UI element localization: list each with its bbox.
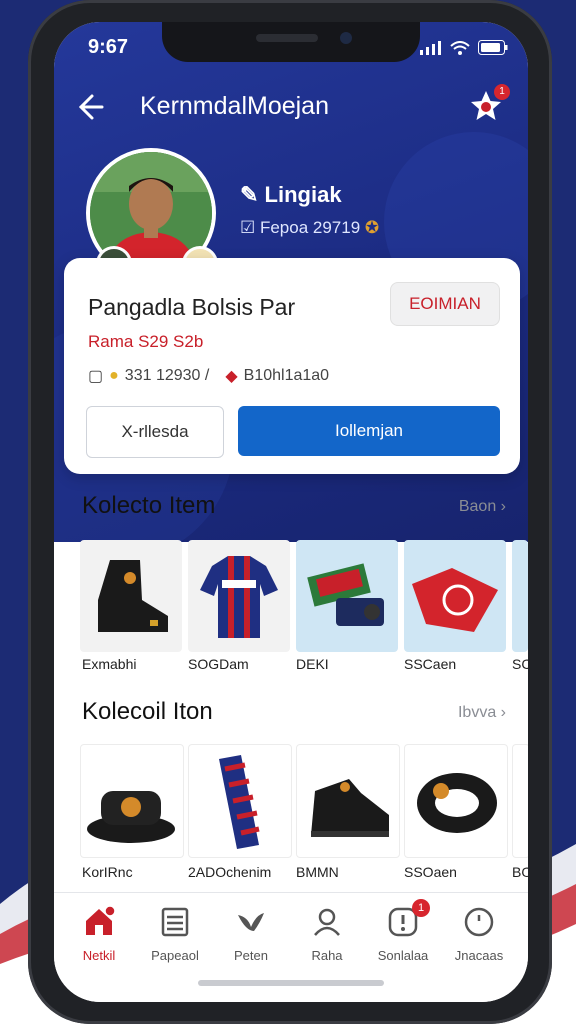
medal-icon: ✪ bbox=[364, 218, 380, 237]
collection-item[interactable] bbox=[404, 744, 508, 858]
item-label: Exmabhi bbox=[82, 656, 137, 672]
app-screen: 9:67 KernmdalMoejan 1 ✎ Lingiak ☑ Fepoa … bbox=[54, 22, 528, 1002]
circle-icon bbox=[464, 907, 494, 937]
brand-icon: ◆ bbox=[225, 368, 238, 385]
bird-icon bbox=[238, 913, 264, 931]
home-icon bbox=[86, 905, 116, 935]
list-icon bbox=[161, 907, 189, 937]
product-price: Rama S29 S2b bbox=[88, 332, 204, 351]
battery-icon bbox=[478, 40, 508, 55]
jersey-icon bbox=[200, 556, 278, 638]
tab-label: Peten bbox=[234, 948, 268, 963]
item-label: DEKI bbox=[296, 656, 329, 672]
item-label: KorIRnc bbox=[82, 864, 133, 880]
speaker bbox=[256, 34, 318, 42]
collection-item[interactable] bbox=[188, 744, 292, 858]
collection-item[interactable] bbox=[512, 540, 528, 652]
person-icon bbox=[314, 908, 340, 936]
collection-item[interactable] bbox=[512, 744, 528, 858]
item-label: BMMN bbox=[296, 864, 339, 880]
tab-label: Sonlalaa bbox=[377, 948, 429, 963]
item-label: 2ADOchenim bbox=[188, 864, 272, 880]
notification-badge: 1 bbox=[494, 84, 510, 100]
tab-alerts[interactable]: 1 Sonlalaa bbox=[366, 899, 440, 963]
home-indicator bbox=[198, 980, 384, 986]
tab-list[interactable]: Papeaol bbox=[138, 905, 212, 963]
tab-circle[interactable]: Jnacaas bbox=[442, 905, 516, 963]
bag-icon bbox=[307, 563, 384, 626]
collection-item[interactable] bbox=[188, 540, 290, 652]
collection-item[interactable] bbox=[404, 540, 506, 652]
signal-icon bbox=[420, 40, 441, 55]
boot-icon bbox=[98, 560, 168, 632]
collection-item[interactable] bbox=[296, 540, 398, 652]
page-title: KernmdalMoejan bbox=[140, 92, 329, 120]
tab-label: Jnacaas bbox=[454, 948, 504, 963]
secondary-button[interactable]: X-rllesda bbox=[86, 406, 224, 458]
top-bar: KernmdalMoejan 1 bbox=[54, 84, 528, 130]
item-label: SSOaen bbox=[404, 864, 457, 880]
section-title: Kolecoil Iton bbox=[82, 698, 213, 725]
camera bbox=[340, 32, 352, 44]
armband-icon bbox=[417, 773, 497, 833]
tab-label: Papeaol bbox=[151, 948, 199, 963]
meta-code: 331 12930 / bbox=[124, 367, 210, 384]
edit-icon[interactable]: ✎ bbox=[240, 182, 265, 207]
tab-label: Raha bbox=[311, 948, 343, 963]
product-title: Pangadla Bolsis Par bbox=[88, 294, 296, 320]
status-time: 9:67 bbox=[88, 36, 129, 58]
tab-label: Netkil bbox=[82, 948, 116, 963]
collection-item[interactable] bbox=[80, 744, 184, 858]
notch bbox=[162, 22, 420, 62]
tab-badge: 1 bbox=[412, 899, 430, 917]
profile-subtitle: ☑ Fepoa 29719 ✪ bbox=[240, 218, 380, 237]
section-more-link[interactable]: Baon › bbox=[459, 498, 506, 516]
back-arrow-icon[interactable] bbox=[72, 90, 106, 124]
favorite-button[interactable]: 1 bbox=[466, 84, 510, 126]
item-label: SSCaen bbox=[404, 656, 457, 672]
meta-brand: B10hl1a1a0 bbox=[243, 367, 330, 384]
shoe-icon bbox=[311, 779, 389, 837]
product-action-button[interactable]: EOIMIAN bbox=[390, 282, 500, 326]
item-label: SOGDam bbox=[188, 656, 249, 672]
section-title: Kolecto Item bbox=[82, 492, 216, 519]
collection-item[interactable] bbox=[80, 540, 182, 652]
collection-item[interactable] bbox=[296, 744, 400, 858]
product-card: Pangadla Bolsis Par Rama S29 S2b EOIMIAN… bbox=[64, 258, 520, 474]
square-icon: ▢ bbox=[88, 368, 104, 385]
product-meta: ▢ ● 331 12930 / ◆ B10hl1a1a0 bbox=[88, 366, 329, 386]
status-icons bbox=[420, 40, 508, 55]
item-label: BO bbox=[512, 864, 528, 880]
tab-bird[interactable]: Peten bbox=[214, 905, 288, 963]
scarf-icon bbox=[219, 755, 260, 849]
section-more-link[interactable]: Ibvva › bbox=[458, 704, 506, 722]
tab-person[interactable]: Raha bbox=[290, 905, 364, 963]
checkbox-icon: ☑ bbox=[240, 218, 260, 237]
shirt-icon bbox=[412, 568, 498, 632]
slide-icon bbox=[87, 791, 175, 843]
primary-button[interactable]: Iollemjan bbox=[238, 406, 500, 456]
tag-icon: ● bbox=[109, 367, 119, 384]
item-label: SC bbox=[512, 656, 528, 672]
profile-name: ✎ Lingiak bbox=[240, 182, 342, 207]
tab-home[interactable]: Netkil bbox=[62, 905, 136, 963]
wifi-icon bbox=[450, 40, 470, 55]
